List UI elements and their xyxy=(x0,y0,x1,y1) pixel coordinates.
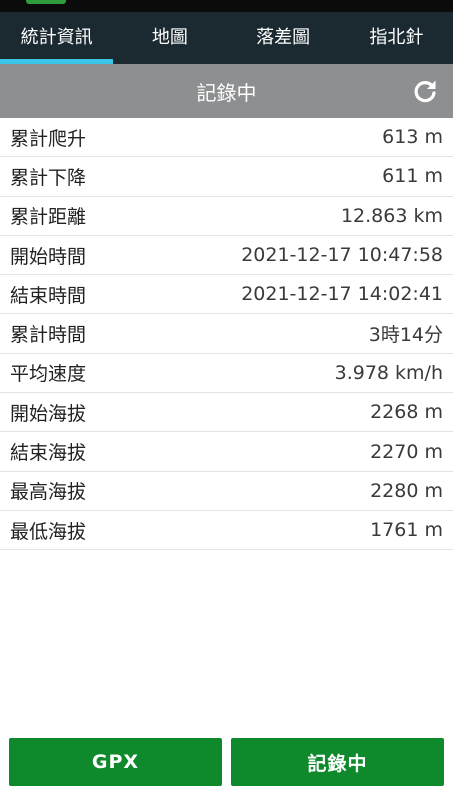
stat-label: 累計爬升 xyxy=(10,127,87,150)
stat-row-end-altitude: 結束海拔 2270 m xyxy=(0,432,453,472)
stat-value: 12.863 km xyxy=(340,204,443,227)
stat-row-total-ascent: 累計爬升 613 m xyxy=(0,118,453,158)
stat-row-start-altitude: 開始海拔 2268 m xyxy=(0,393,453,433)
tab-label: 統計資訊 xyxy=(20,27,93,48)
stat-label: 最低海拔 xyxy=(10,520,87,543)
stat-label: 最高海拔 xyxy=(10,481,87,504)
stat-row-min-altitude: 最低海拔 1761 m xyxy=(0,511,453,551)
stat-label: 平均速度 xyxy=(10,363,87,386)
status-bar xyxy=(0,0,453,12)
stat-row-total-time: 累計時間 3時14分 xyxy=(0,314,453,354)
stat-label: 累計時間 xyxy=(10,324,87,347)
footer-actions: GPX 記錄中 xyxy=(0,738,453,786)
stat-value: 613 m xyxy=(382,126,443,149)
stat-label: 開始時間 xyxy=(10,245,87,268)
stat-row-total-distance: 累計距離 12.863 km xyxy=(0,197,453,236)
stats-list: 累計爬升 613 m 累計下降 611 m 累計距離 12.863 km 開始時… xyxy=(0,118,453,551)
stat-value: 3時14分 xyxy=(368,324,443,347)
stat-label: 累計距離 xyxy=(10,206,87,229)
refresh-icon[interactable] xyxy=(411,77,439,105)
tab-label: 地圖 xyxy=(151,27,188,48)
stat-label: 結束海拔 xyxy=(10,442,87,465)
stat-value: 2021-12-17 10:47:58 xyxy=(241,244,443,267)
stat-value: 2268 m xyxy=(370,401,443,424)
tab-label: 落差圖 xyxy=(256,27,311,48)
stat-row-end-time: 結束時間 2021-12-17 14:02:41 xyxy=(0,275,453,315)
gpx-button[interactable]: GPX xyxy=(9,738,222,786)
stat-value: 2021-12-17 14:02:41 xyxy=(241,283,443,306)
stat-row-start-time: 開始時間 2021-12-17 10:47:58 xyxy=(0,236,453,276)
tab-label: 指北針 xyxy=(369,27,424,48)
tab-map[interactable]: 地圖 xyxy=(113,12,226,64)
stat-row-max-altitude: 最高海拔 2280 m xyxy=(0,472,453,511)
stat-value: 611 m xyxy=(382,165,443,188)
stat-value: 2270 m xyxy=(370,440,443,463)
stat-label: 累計下降 xyxy=(10,166,87,189)
bottom-spacer xyxy=(0,790,453,800)
stat-label: 開始海拔 xyxy=(10,402,87,425)
tab-bar: 統計資訊 地圖 落差圖 指北針 xyxy=(0,12,453,64)
title-bar: 記錄中 xyxy=(0,64,453,118)
tab-compass[interactable]: 指北針 xyxy=(340,12,453,64)
tab-elevation-profile[interactable]: 落差圖 xyxy=(227,12,340,64)
status-indicator xyxy=(26,0,66,4)
tab-statistics[interactable]: 統計資訊 xyxy=(0,12,114,64)
page-title: 記錄中 xyxy=(196,80,257,105)
stat-value: 3.978 km/h xyxy=(334,361,443,384)
stat-label: 結束時間 xyxy=(10,284,87,307)
stat-value: 2280 m xyxy=(370,479,443,502)
stat-row-average-speed: 平均速度 3.978 km/h xyxy=(0,354,453,394)
recording-button[interactable]: 記錄中 xyxy=(231,738,444,786)
stat-value: 1761 m xyxy=(370,519,443,542)
stat-row-total-descent: 累計下降 611 m xyxy=(0,157,453,197)
